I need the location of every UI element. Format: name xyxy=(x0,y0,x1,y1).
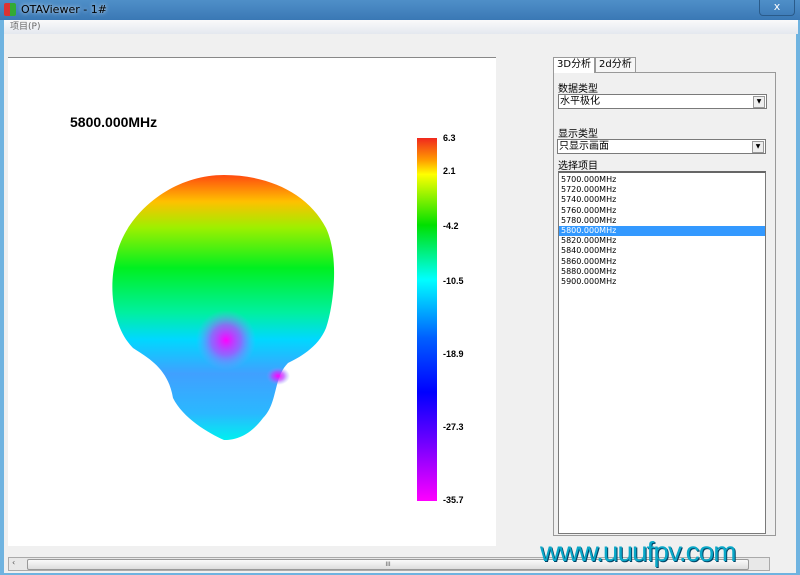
colorbar-tick: 2.1 xyxy=(443,166,456,176)
list-item[interactable]: 5840.000MHz xyxy=(559,246,765,256)
plot-3d-area[interactable]: 5800.000MHz 6.3 2.1 -4.2 -10.5 -18.9 -27… xyxy=(8,57,496,546)
data-type-select[interactable]: 水平极化 ▼ xyxy=(558,94,767,109)
frequency-listbox[interactable]: 5700.000MHz 5720.000MHz 5740.000MHz 5760.00… xyxy=(558,171,766,534)
display-type-value: 只显示画面 xyxy=(559,141,609,152)
colorbar-tick: -18.9 xyxy=(443,349,464,359)
scroll-left-icon[interactable]: ‹ xyxy=(12,558,15,567)
list-item[interactable]: 5900.000MHz xyxy=(559,277,765,287)
analysis-panel: 数据类型 水平极化 ▼ 显示类型 只显示画面 ▼ 选择项目 5700.000MHz 5… xyxy=(553,72,776,536)
window-title: OTAViewer - 1# xyxy=(21,3,107,16)
tab-2d-analysis[interactable]: 2d分析 xyxy=(595,57,636,72)
chevron-down-icon[interactable]: ▼ xyxy=(752,141,764,153)
tab-3d-analysis[interactable]: 3D分析 xyxy=(553,57,596,73)
data-type-label: 数据类型 xyxy=(558,84,598,95)
colorbar-tick: 6.3 xyxy=(443,133,456,143)
list-item[interactable]: 5800.000MHz xyxy=(559,225,765,237)
menu-bar: 项目(P) xyxy=(4,20,798,34)
list-item[interactable]: 5720.000MHz xyxy=(559,185,765,195)
list-item[interactable]: 5780.000MHz xyxy=(559,216,765,226)
list-item[interactable]: 5820.000MHz xyxy=(559,236,765,246)
chevron-down-icon[interactable]: ▼ xyxy=(753,96,765,108)
menu-project[interactable]: 项目(P) xyxy=(10,22,40,32)
colorbar-tick: -27.3 xyxy=(443,422,464,432)
list-item[interactable]: 5740.000MHz xyxy=(559,195,765,205)
colorbar-tick: -35.7 xyxy=(443,495,464,505)
null-spot xyxy=(196,310,256,370)
colorbar-tick: -4.2 xyxy=(443,221,459,231)
select-item-label: 选择项目 xyxy=(558,161,598,172)
colorbar xyxy=(417,138,437,501)
app-icon xyxy=(4,3,16,16)
display-type-label: 显示类型 xyxy=(558,129,598,140)
main-window: 项目(P) 5800.000MHz 6.3 2.1 -4.2 -10.5 -18… xyxy=(4,20,798,573)
list-item[interactable]: 5760.000MHz xyxy=(559,206,765,216)
close-button[interactable]: x xyxy=(759,0,795,16)
display-type-select[interactable]: 只显示画面 ▼ xyxy=(557,139,766,154)
title-bar: OTAViewer - 1# x xyxy=(0,0,800,20)
pattern-surface xyxy=(112,175,335,440)
watermark: www.uuufpv.com xyxy=(540,536,737,567)
data-type-value: 水平极化 xyxy=(560,96,600,107)
list-item[interactable]: 5700.000MHz xyxy=(559,175,765,185)
list-item[interactable]: 5860.000MHz xyxy=(559,257,765,267)
list-item[interactable]: 5880.000MHz xyxy=(559,267,765,277)
null-spot xyxy=(266,367,290,385)
colorbar-tick: -10.5 xyxy=(443,276,464,286)
